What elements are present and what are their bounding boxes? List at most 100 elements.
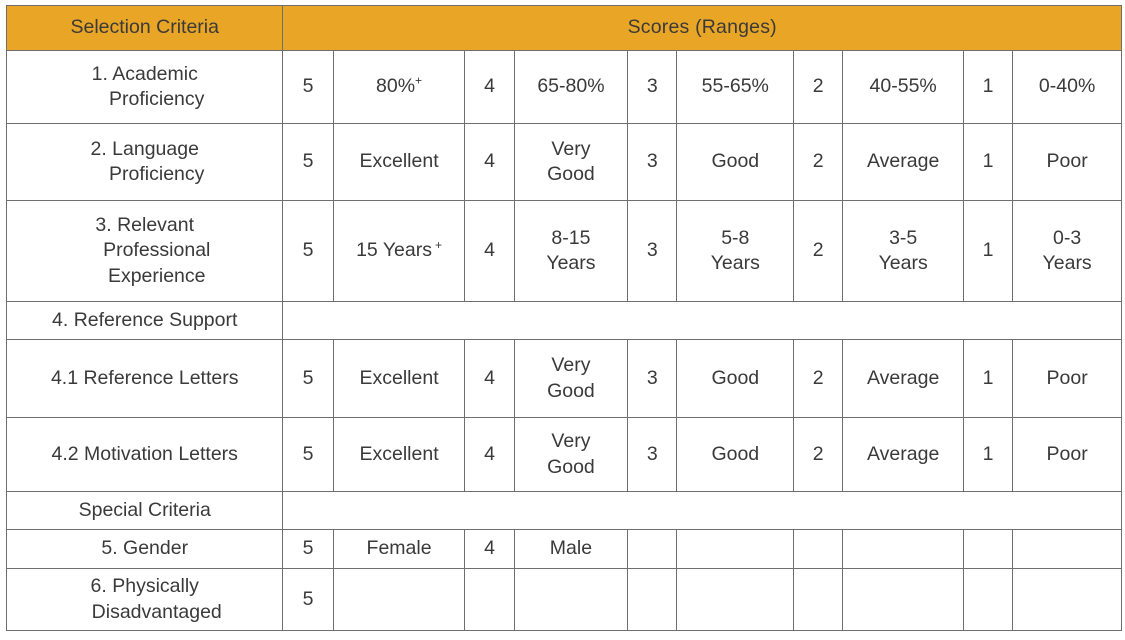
- score-cell: 4: [464, 417, 515, 492]
- criteria-label-cell: 4.1 Reference Letters: [5, 339, 284, 418]
- range-text-line-1: Very: [551, 430, 591, 453]
- score-cell: 5: [282, 339, 334, 418]
- range-cell: [842, 568, 964, 631]
- criteria-line-2: Proficiency: [109, 88, 205, 110]
- score-cell: 4: [464, 339, 515, 418]
- range-cell: Good: [676, 417, 795, 492]
- score-cell: [962, 568, 1014, 631]
- range-text-line-2: Years: [878, 252, 928, 274]
- table-row: 2. Language Proficiency 5 Excellent 4 Ve…: [5, 123, 1122, 201]
- score-cell: 2: [793, 417, 844, 492]
- score-cell: 1: [962, 417, 1014, 492]
- range-cell: Excellent: [332, 339, 466, 418]
- range-text-line-1: Very: [551, 354, 591, 377]
- criteria-label-cell: 1. Academic Proficiency: [5, 50, 284, 124]
- score-cell: [464, 568, 515, 631]
- header-scores-ranges: Scores (Ranges): [282, 5, 1122, 51]
- range-cell: [676, 568, 795, 631]
- range-text-line-1: 3-5: [889, 226, 918, 249]
- selection-criteria-table: Selection Criteria Scores (Ranges) 1. Ac…: [5, 5, 1122, 631]
- range-cell: Poor: [1012, 417, 1122, 492]
- score-cell: 1: [962, 200, 1014, 302]
- score-cell: 4: [464, 529, 515, 569]
- range-cell: [1012, 529, 1122, 569]
- section-label-cell: Special Criteria: [5, 491, 284, 530]
- range-cell: 15 Years +: [332, 200, 466, 302]
- score-cell: 5: [282, 529, 334, 569]
- table-row: 3. Relevant Professional Experience 5 15…: [5, 200, 1122, 302]
- range-cell: Male: [513, 529, 629, 569]
- score-cell: [962, 529, 1014, 569]
- range-text: 15 Years: [356, 239, 432, 262]
- score-cell: 5: [282, 417, 334, 492]
- range-cell: Poor: [1012, 339, 1122, 418]
- criteria-label-cell: 6. Physically Disadvantaged: [5, 568, 284, 631]
- scoring-criteria-sheet: Selection Criteria Scores (Ranges) 1. Ac…: [0, 0, 1125, 640]
- range-cell: [332, 568, 466, 631]
- score-cell: 5: [282, 200, 334, 302]
- range-cell: Good: [676, 123, 795, 201]
- range-text-line-2: Good: [547, 163, 595, 185]
- header-selection-criteria: Selection Criteria: [5, 5, 284, 51]
- range-cell: 55-65%: [676, 50, 795, 124]
- range-cell: Good: [676, 339, 795, 418]
- score-cell: 2: [793, 339, 844, 418]
- range-text-line-2: Years: [546, 252, 596, 274]
- score-cell: 3: [627, 200, 678, 302]
- range-cell: Average: [842, 339, 964, 418]
- range-cell: Female: [332, 529, 466, 569]
- range-cell: [842, 529, 964, 569]
- score-cell: 4: [464, 200, 515, 302]
- range-cell: Very Good: [513, 123, 629, 201]
- score-cell: 5: [282, 50, 334, 124]
- range-cell: 5-8 Years: [676, 200, 795, 302]
- table-row: 5. Gender 5 Female 4 Male: [5, 529, 1122, 569]
- score-cell: 5: [282, 123, 334, 201]
- score-cell: 1: [962, 50, 1014, 124]
- range-cell: 8-15 Years: [513, 200, 629, 302]
- range-cell: Average: [842, 417, 964, 492]
- table-header-row: Selection Criteria Scores (Ranges): [5, 5, 1122, 51]
- score-cell: [627, 529, 678, 569]
- table-section-row: 4. Reference Support: [5, 301, 1122, 340]
- range-text-line-2: Years: [710, 252, 760, 274]
- table-body: 1. Academic Proficiency 5 80%+ 4 65-80% …: [5, 50, 1122, 631]
- range-cell: 65-80%: [513, 50, 629, 124]
- criteria-line-3: Experience: [107, 264, 206, 287]
- criteria-line-1: 6. Physically: [90, 575, 199, 598]
- range-cell: 0-40%: [1012, 50, 1122, 124]
- range-cell: Very Good: [513, 417, 629, 492]
- table-row: 4.1 Reference Letters 5 Excellent 4 Very…: [5, 339, 1122, 418]
- empty-span-cell: [282, 301, 1122, 340]
- plus-superscript: +: [434, 237, 443, 252]
- score-cell: 5: [282, 568, 334, 631]
- range-cell: Excellent: [332, 417, 466, 492]
- plus-superscript: +: [415, 73, 423, 88]
- criteria-label-cell: 4.2 Motivation Letters: [5, 417, 284, 492]
- criteria-line-1: 1. Academic: [91, 62, 198, 85]
- range-text-line-2: Good: [547, 379, 595, 402]
- score-cell: 2: [793, 123, 844, 201]
- criteria-line-2: Proficiency: [109, 163, 205, 185]
- criteria-label-cell: 2. Language Proficiency: [5, 123, 284, 201]
- score-cell: 3: [627, 50, 678, 124]
- range-text: 80%: [376, 75, 416, 98]
- range-text-line-2: Years: [1042, 252, 1092, 274]
- score-cell: 1: [962, 339, 1014, 418]
- score-cell: 2: [793, 200, 844, 302]
- range-text-line-1: 8-15: [551, 226, 591, 249]
- criteria-line-1: 2. Language: [90, 137, 199, 160]
- range-text-line-1: Very: [551, 137, 591, 160]
- score-cell: 1: [962, 123, 1014, 201]
- range-cell: 40-55%: [842, 50, 964, 124]
- score-cell: 4: [464, 50, 515, 124]
- empty-span-cell: [282, 491, 1122, 530]
- score-cell: [627, 568, 678, 631]
- range-cell: [676, 529, 795, 569]
- range-cell: Very Good: [513, 339, 629, 418]
- table-row: 1. Academic Proficiency 5 80%+ 4 65-80% …: [5, 50, 1122, 124]
- range-cell: 80%+: [332, 50, 466, 124]
- criteria-line-1: 3. Relevant: [95, 213, 195, 236]
- range-cell: [513, 568, 629, 631]
- score-cell: [793, 529, 844, 569]
